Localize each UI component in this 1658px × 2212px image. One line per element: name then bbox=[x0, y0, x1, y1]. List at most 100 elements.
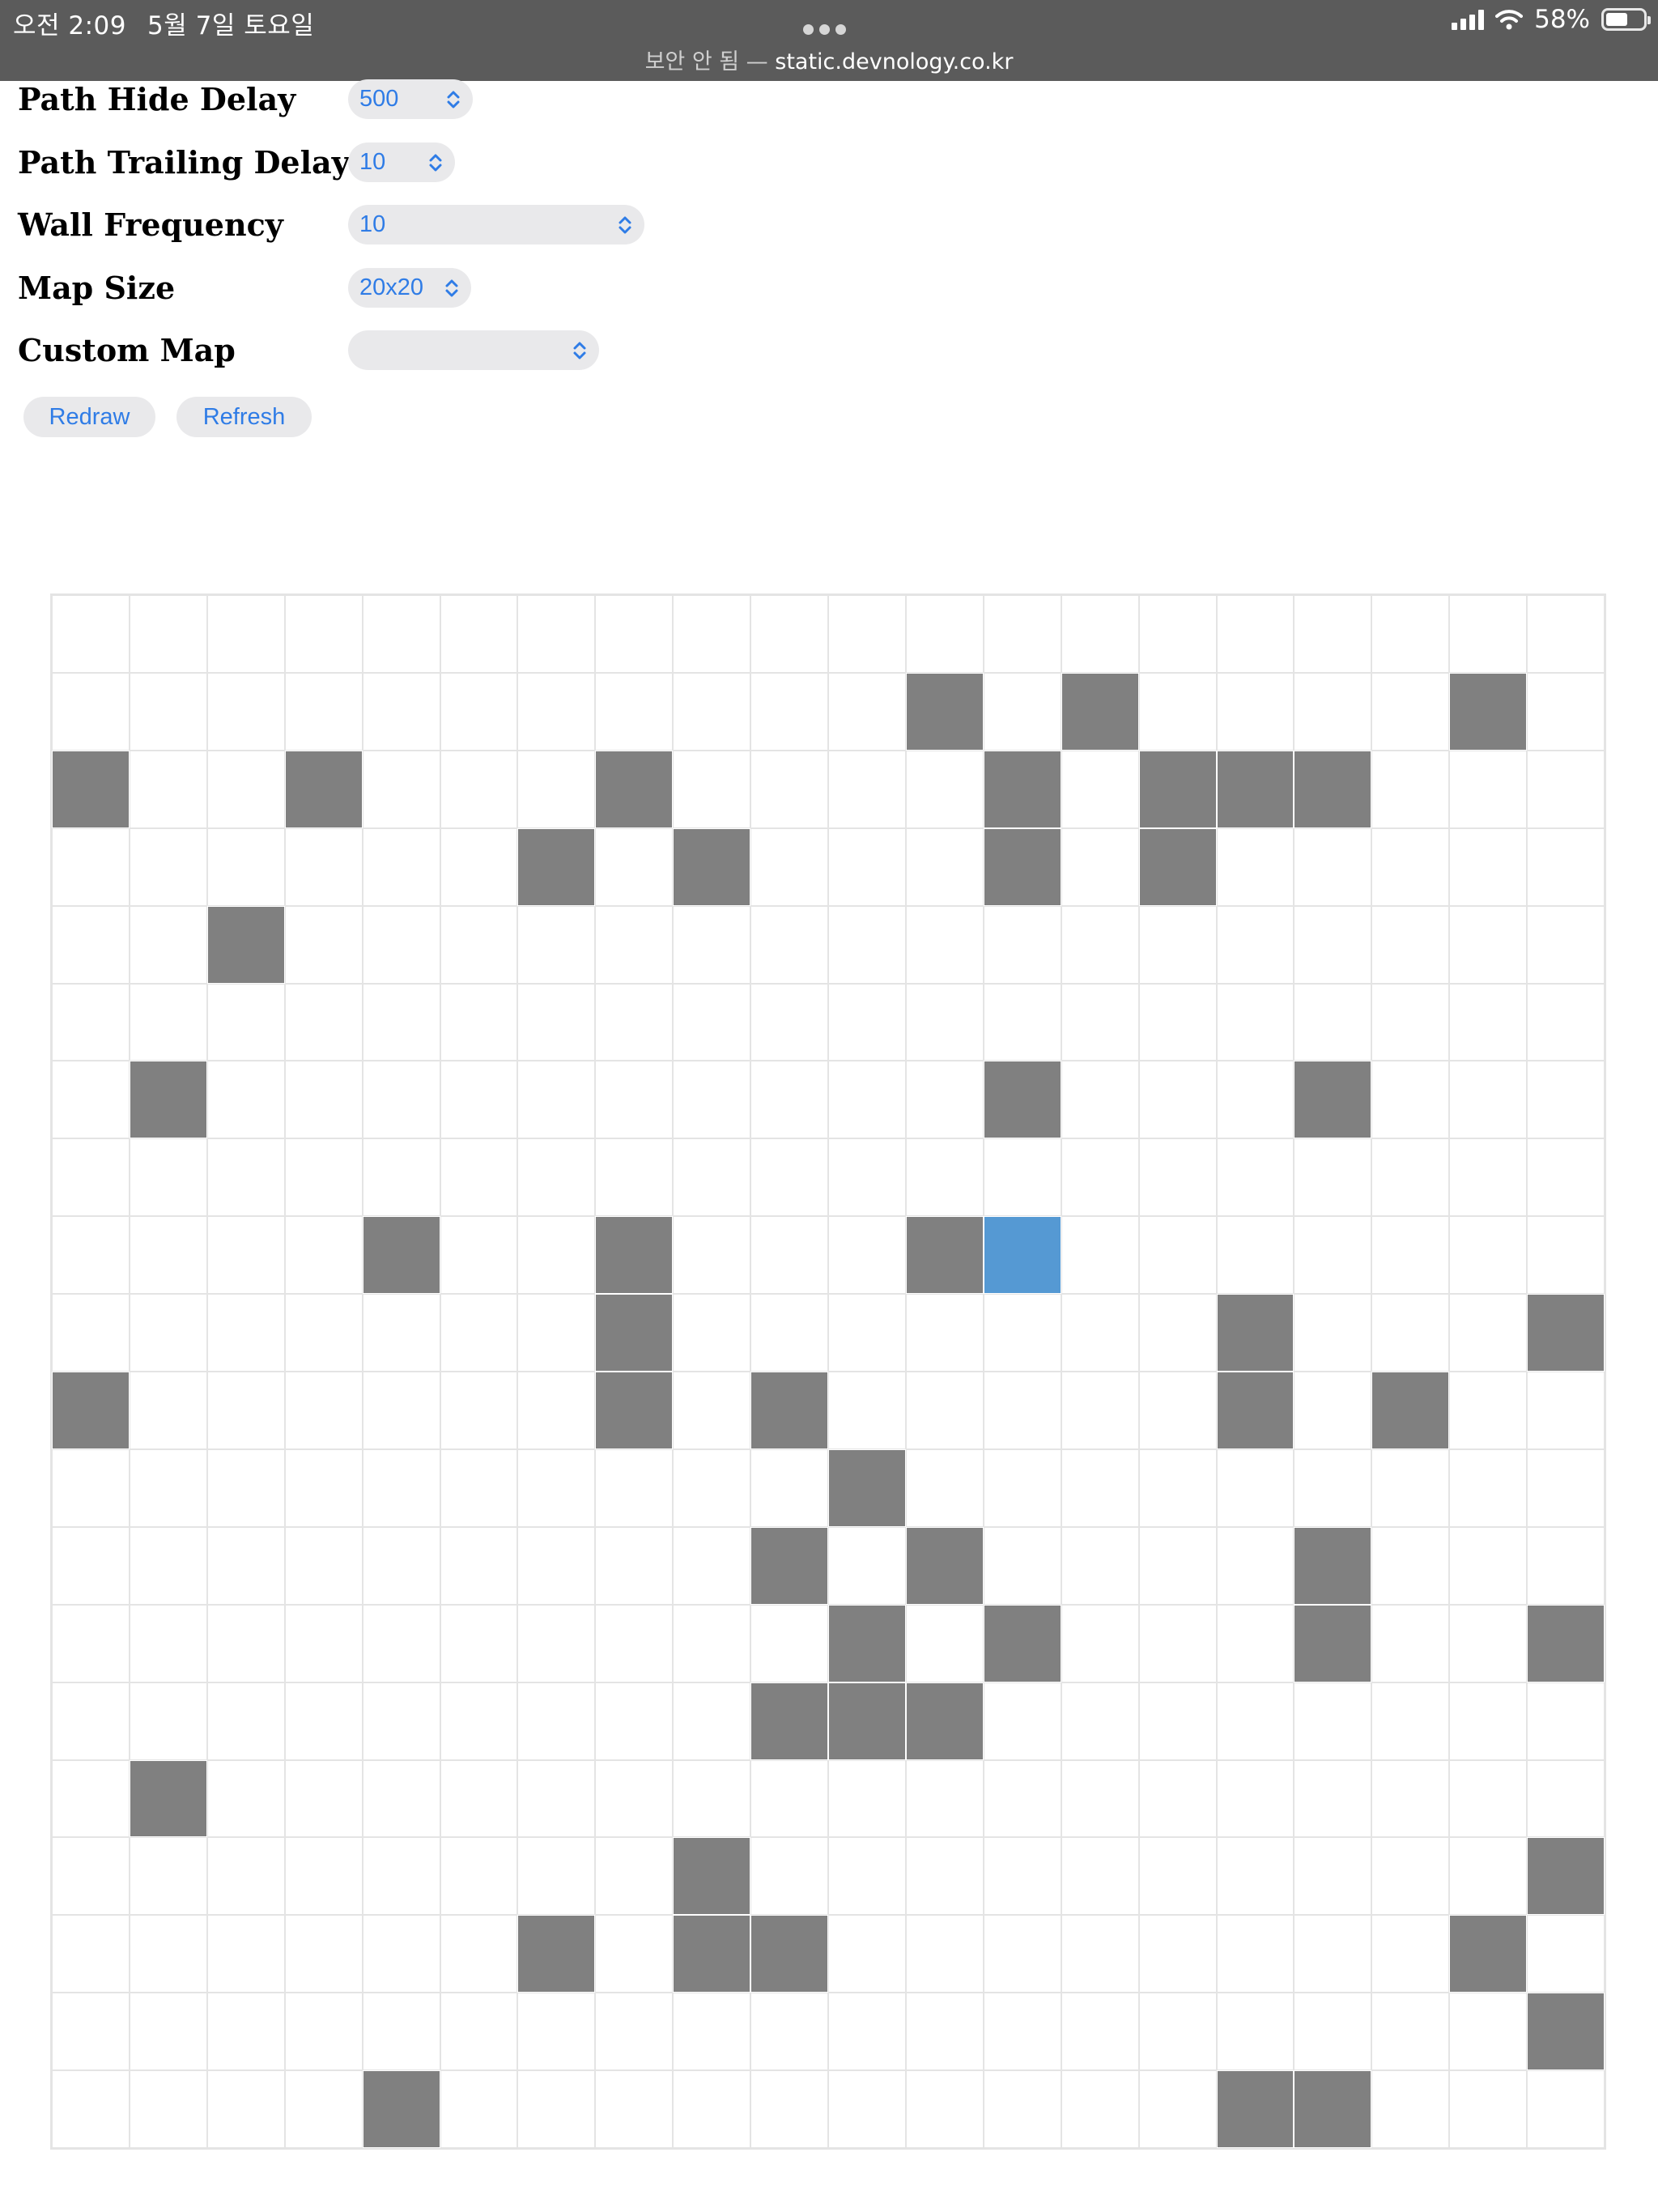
maze-wall-cell[interactable] bbox=[1216, 750, 1295, 828]
maze-empty-cell[interactable] bbox=[1371, 1216, 1450, 1295]
maze-empty-cell[interactable] bbox=[1371, 750, 1450, 828]
maze-empty-cell[interactable] bbox=[206, 672, 285, 751]
maze-grid[interactable] bbox=[50, 593, 1606, 2150]
maze-empty-cell[interactable] bbox=[1216, 672, 1295, 751]
maze-empty-cell[interactable] bbox=[1449, 983, 1528, 1061]
maze-empty-cell[interactable] bbox=[673, 1061, 751, 1139]
maze-empty-cell[interactable] bbox=[1371, 905, 1450, 984]
maze-wall-cell[interactable] bbox=[1527, 1993, 1605, 2071]
maze-empty-cell[interactable] bbox=[1061, 1759, 1139, 1838]
maze-empty-cell[interactable] bbox=[52, 1061, 130, 1139]
maze-empty-cell[interactable] bbox=[1061, 595, 1139, 673]
maze-empty-cell[interactable] bbox=[206, 1993, 285, 2071]
maze-empty-cell[interactable] bbox=[905, 1061, 984, 1139]
maze-empty-cell[interactable] bbox=[750, 1993, 828, 2071]
maze-empty-cell[interactable] bbox=[1371, 1993, 1450, 2071]
maze-empty-cell[interactable] bbox=[1527, 905, 1605, 984]
maze-empty-cell[interactable] bbox=[206, 1759, 285, 1838]
maze-empty-cell[interactable] bbox=[440, 750, 518, 828]
maze-empty-cell[interactable] bbox=[440, 1294, 518, 1372]
maze-empty-cell[interactable] bbox=[284, 905, 363, 984]
maze-empty-cell[interactable] bbox=[673, 905, 751, 984]
maze-empty-cell[interactable] bbox=[1138, 1837, 1217, 1916]
maze-wall-cell[interactable] bbox=[1061, 672, 1139, 751]
maze-empty-cell[interactable] bbox=[983, 1138, 1061, 1217]
maze-wall-cell[interactable] bbox=[673, 1837, 751, 1916]
maze-wall-cell[interactable] bbox=[1216, 2070, 1295, 2148]
maze-empty-cell[interactable] bbox=[1294, 1682, 1372, 1760]
maze-empty-cell[interactable] bbox=[1216, 1216, 1295, 1295]
maze-empty-cell[interactable] bbox=[1138, 672, 1217, 751]
maze-empty-cell[interactable] bbox=[673, 1682, 751, 1760]
maze-empty-cell[interactable] bbox=[517, 1138, 596, 1217]
maze-empty-cell[interactable] bbox=[362, 1526, 440, 1605]
maze-wall-cell[interactable] bbox=[284, 750, 363, 828]
maze-empty-cell[interactable] bbox=[517, 1216, 596, 1295]
maze-empty-cell[interactable] bbox=[52, 1294, 130, 1372]
maze-empty-cell[interactable] bbox=[1527, 983, 1605, 1061]
maze-wall-cell[interactable] bbox=[1527, 1294, 1605, 1372]
maze-empty-cell[interactable] bbox=[517, 905, 596, 984]
maze-empty-cell[interactable] bbox=[52, 1526, 130, 1605]
maze-empty-cell[interactable] bbox=[440, 1993, 518, 2071]
maze-empty-cell[interactable] bbox=[1138, 595, 1217, 673]
maze-empty-cell[interactable] bbox=[284, 1372, 363, 1449]
maze-empty-cell[interactable] bbox=[750, 595, 828, 673]
maze-wall-cell[interactable] bbox=[1294, 1061, 1372, 1139]
maze-empty-cell[interactable] bbox=[1138, 1759, 1217, 1838]
maze-empty-cell[interactable] bbox=[1371, 827, 1450, 906]
maze-empty-cell[interactable] bbox=[1371, 1837, 1450, 1916]
maze-wall-cell[interactable] bbox=[673, 1915, 751, 1993]
maze-empty-cell[interactable] bbox=[440, 827, 518, 906]
maze-empty-cell[interactable] bbox=[1138, 1216, 1217, 1295]
maze-empty-cell[interactable] bbox=[1138, 1526, 1217, 1605]
maze-empty-cell[interactable] bbox=[129, 1294, 207, 1372]
maze-empty-cell[interactable] bbox=[1527, 595, 1605, 673]
maze-empty-cell[interactable] bbox=[595, 1682, 674, 1760]
maze-empty-cell[interactable] bbox=[595, 905, 674, 984]
maze-empty-cell[interactable] bbox=[52, 905, 130, 984]
maze-empty-cell[interactable] bbox=[1061, 1915, 1139, 1993]
maze-wall-cell[interactable] bbox=[1138, 827, 1217, 906]
maze-empty-cell[interactable] bbox=[284, 1061, 363, 1139]
maze-empty-cell[interactable] bbox=[828, 1993, 906, 2071]
maze-empty-cell[interactable] bbox=[284, 1759, 363, 1838]
maze-empty-cell[interactable] bbox=[673, 2070, 751, 2148]
maze-empty-cell[interactable] bbox=[1061, 750, 1139, 828]
maze-empty-cell[interactable] bbox=[905, 595, 984, 673]
maze-empty-cell[interactable] bbox=[1371, 1061, 1450, 1139]
maze-empty-cell[interactable] bbox=[1449, 1993, 1528, 2071]
maze-empty-cell[interactable] bbox=[828, 1837, 906, 1916]
maze-empty-cell[interactable] bbox=[1061, 2070, 1139, 2148]
address-bar[interactable]: 보안 안 됨 — static.devnology.co.kr bbox=[0, 44, 1658, 75]
maze-empty-cell[interactable] bbox=[905, 1372, 984, 1449]
maze-empty-cell[interactable] bbox=[1061, 1061, 1139, 1139]
maze-empty-cell[interactable] bbox=[129, 1372, 207, 1449]
maze-empty-cell[interactable] bbox=[1294, 1294, 1372, 1372]
maze-empty-cell[interactable] bbox=[1138, 905, 1217, 984]
maze-empty-cell[interactable] bbox=[362, 1294, 440, 1372]
maze-empty-cell[interactable] bbox=[1449, 750, 1528, 828]
maze-wall-cell[interactable] bbox=[1527, 1604, 1605, 1682]
maze-empty-cell[interactable] bbox=[517, 1372, 596, 1449]
maze-empty-cell[interactable] bbox=[750, 827, 828, 906]
maze-empty-cell[interactable] bbox=[1138, 1372, 1217, 1449]
maze-empty-cell[interactable] bbox=[440, 905, 518, 984]
maze-empty-cell[interactable] bbox=[828, 1526, 906, 1605]
maze-empty-cell[interactable] bbox=[1449, 827, 1528, 906]
maze-empty-cell[interactable] bbox=[905, 1837, 984, 1916]
maze-empty-cell[interactable] bbox=[129, 672, 207, 751]
maze-empty-cell[interactable] bbox=[1138, 1448, 1217, 1527]
maze-empty-cell[interactable] bbox=[284, 1216, 363, 1295]
maze-empty-cell[interactable] bbox=[52, 2070, 130, 2148]
maze-empty-cell[interactable] bbox=[983, 1837, 1061, 1916]
maze-empty-cell[interactable] bbox=[673, 1448, 751, 1527]
maze-empty-cell[interactable] bbox=[129, 1216, 207, 1295]
maze-empty-cell[interactable] bbox=[284, 2070, 363, 2148]
maze-empty-cell[interactable] bbox=[1061, 1837, 1139, 1916]
maze-empty-cell[interactable] bbox=[1371, 1915, 1450, 1993]
maze-empty-cell[interactable] bbox=[1527, 1372, 1605, 1449]
maze-empty-cell[interactable] bbox=[1061, 827, 1139, 906]
maze-empty-cell[interactable] bbox=[828, 1216, 906, 1295]
maze-empty-cell[interactable] bbox=[983, 905, 1061, 984]
